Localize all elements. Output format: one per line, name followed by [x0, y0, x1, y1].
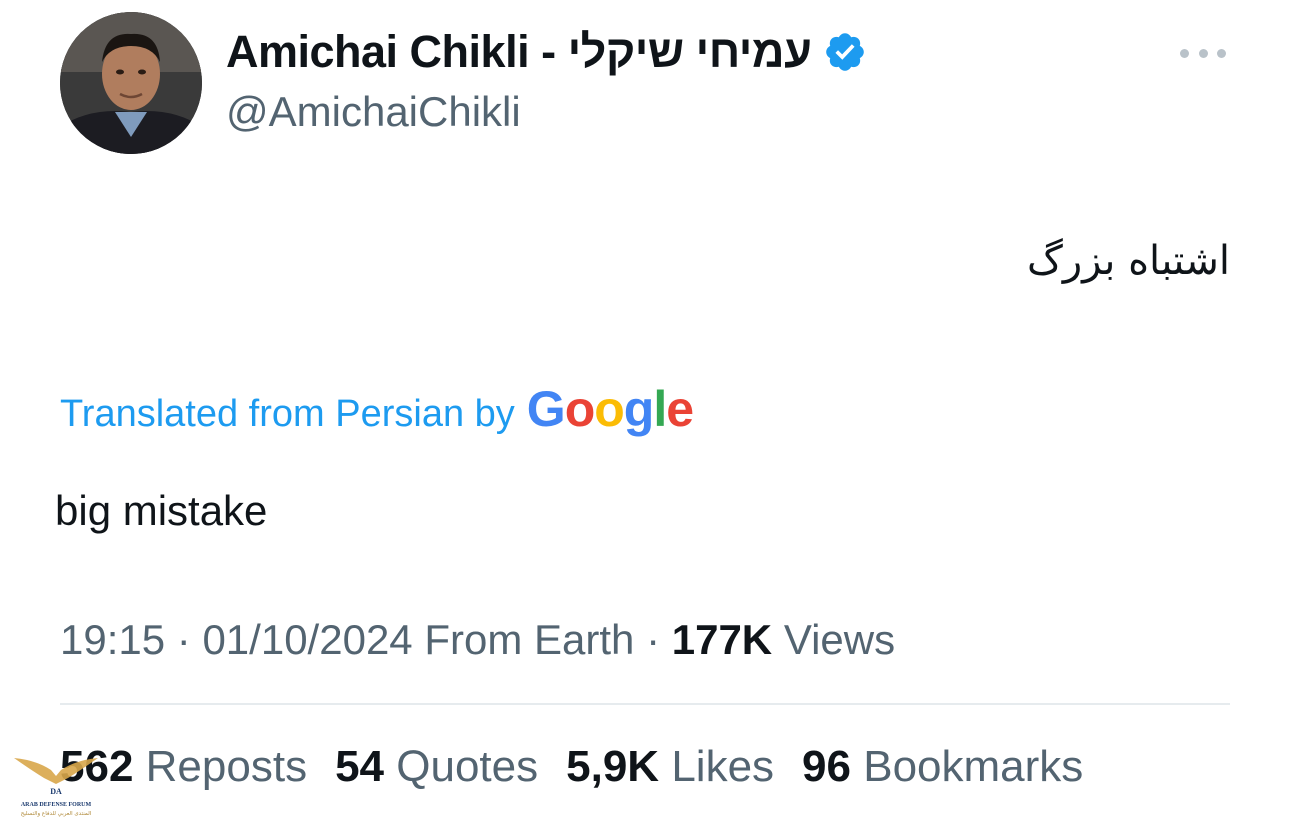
bookmarks-stat[interactable]: 96 Bookmarks [802, 742, 1083, 792]
author-avatar[interactable] [60, 12, 202, 154]
translation-attribution[interactable]: Translated from Persian by Google [60, 380, 694, 438]
divider [60, 703, 1230, 705]
profile-photo [60, 12, 202, 154]
quotes-stat[interactable]: 54 Quotes [335, 742, 538, 792]
tweet-original-text: اشتباه بزرگ [1027, 238, 1230, 284]
views-label: Views [783, 616, 896, 663]
svg-text:المنتدى العربي للدفاع والتسليح: المنتدى العربي للدفاع والتسليح [21, 811, 92, 817]
tweet-translated-text: big mistake [55, 487, 268, 534]
tweet-source: From Earth [424, 616, 635, 663]
verified-badge-icon[interactable] [823, 30, 867, 74]
meta-separator: · [646, 616, 661, 663]
svg-text:DA: DA [50, 787, 62, 796]
tweet-time[interactable]: 19:15 [60, 616, 165, 663]
google-logo: Google [526, 381, 694, 437]
more-options-icon[interactable] [1180, 38, 1226, 68]
svg-text:ARAB DEFENSE FORUM: ARAB DEFENSE FORUM [21, 802, 92, 808]
author-display-name[interactable]: Amichai Chikli - עמיחי שיקלי [226, 26, 812, 78]
views-count: 177K [671, 616, 773, 663]
meta-separator: · [176, 616, 191, 663]
arab-defense-forum-watermark: DA ARAB DEFENSE FORUM المنتدى العربي للد… [6, 740, 106, 820]
tweet-meta: 19:15 · 01/10/2024 From Earth · 177K Vie… [60, 616, 895, 664]
engagement-stats: 562 Reposts 54 Quotes 5,9K Likes 96 Book… [60, 742, 1083, 792]
author-name-row: Amichai Chikli - עמיחי שיקלי [226, 26, 867, 78]
translation-label: Translated from Persian by [60, 393, 515, 435]
tweet-date[interactable]: 01/10/2024 [202, 616, 412, 663]
likes-stat[interactable]: 5,9K Likes [566, 742, 774, 792]
author-handle[interactable]: @AmichaiChikli [226, 88, 521, 136]
